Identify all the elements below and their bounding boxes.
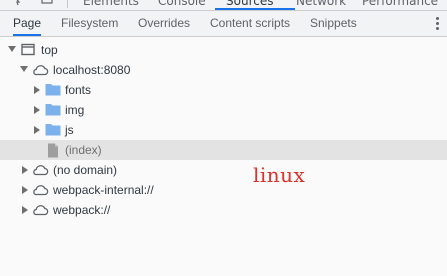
tree-item-label: img	[65, 103, 85, 117]
expand-arrow-icon[interactable]	[34, 86, 40, 94]
tree-item-label: (index)	[65, 143, 102, 157]
active-tab-indicator	[215, 8, 295, 10]
expand-arrow-icon[interactable]	[22, 206, 28, 214]
toolbar-divider	[67, 0, 68, 8]
tab-sources[interactable]: Sources	[226, 0, 273, 8]
expand-arrow-icon[interactable]	[34, 106, 40, 114]
tree-item-js[interactable]: js	[0, 120, 447, 140]
collapse-arrow-icon[interactable]	[20, 66, 28, 72]
tab-page[interactable]: Page	[13, 11, 42, 36]
collapse-arrow-icon[interactable]	[8, 46, 16, 52]
folder-icon	[45, 104, 61, 116]
file-tree: top localhost:8080 fonts img js (index) …	[0, 37, 447, 276]
device-toolbar-icon[interactable]	[41, 0, 53, 6]
tree-item-top[interactable]: top	[0, 40, 447, 60]
devtools-main-tabbar: Elements Console Sources Network Perform…	[0, 0, 447, 11]
tree-item-localhost[interactable]: localhost:8080	[0, 60, 447, 80]
tab-elements[interactable]: Elements	[83, 0, 139, 8]
tab-console[interactable]: Console	[158, 0, 206, 8]
inspect-element-icon[interactable]	[13, 0, 25, 6]
tree-item-label: localhost:8080	[53, 63, 131, 77]
tree-item-webpack-internal[interactable]: webpack-internal://	[0, 180, 447, 200]
tree-item-no-domain[interactable]: (no domain)	[0, 160, 447, 180]
tree-item-index[interactable]: (index)	[0, 140, 447, 160]
frame-icon	[21, 43, 35, 56]
folder-icon	[45, 84, 61, 96]
tree-item-label: fonts	[65, 83, 92, 97]
tree-item-webpack[interactable]: webpack://	[0, 200, 447, 220]
tree-item-img[interactable]: img	[0, 100, 447, 120]
tab-filesystem[interactable]: Filesystem	[61, 11, 118, 36]
tree-item-label: js	[65, 123, 74, 137]
tab-network[interactable]: Network	[296, 0, 346, 8]
tree-item-fonts[interactable]: fonts	[0, 80, 447, 100]
cloud-icon	[33, 185, 49, 196]
expand-arrow-icon[interactable]	[22, 186, 28, 194]
tab-overrides[interactable]: Overrides	[138, 11, 190, 36]
expand-arrow-icon[interactable]	[22, 166, 28, 174]
tree-item-label: webpack-internal://	[53, 183, 154, 197]
more-tabs-menu-icon[interactable]	[433, 17, 441, 31]
tab-content-scripts[interactable]: Content scripts	[210, 11, 290, 36]
tab-snippets[interactable]: Snippets	[310, 11, 357, 36]
file-icon	[48, 143, 58, 158]
cloud-icon	[33, 165, 49, 176]
watermark-text: linux	[253, 163, 306, 187]
tree-item-label: webpack://	[53, 203, 111, 217]
expand-arrow-icon[interactable]	[34, 126, 40, 134]
cloud-icon	[33, 65, 49, 76]
tree-item-label: top	[41, 43, 58, 57]
cloud-icon	[33, 205, 49, 216]
tree-item-label: (no domain)	[53, 163, 118, 177]
tab-performance[interactable]: Performance	[362, 0, 438, 8]
folder-icon	[45, 124, 61, 136]
sources-navigator-tabbar: Page Filesystem Overrides Content script…	[0, 11, 447, 37]
